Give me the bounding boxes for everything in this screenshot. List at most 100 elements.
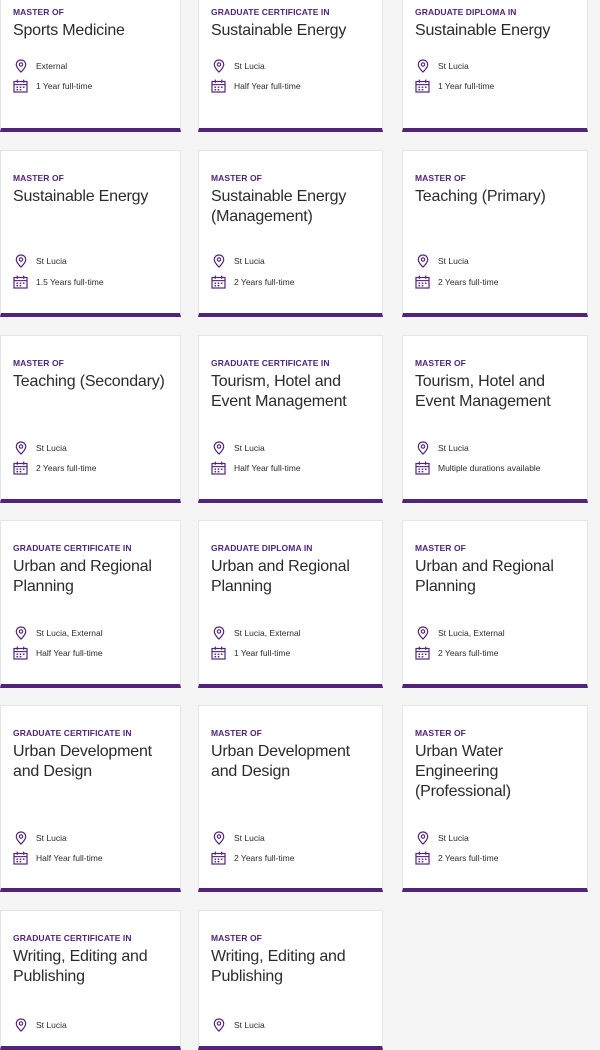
program-title[interactable]: Tourism, Hotel and Event Management <box>415 372 581 412</box>
program-level: MASTER OF <box>415 173 466 183</box>
calendar-icon <box>211 461 226 475</box>
location-pin-icon <box>13 59 28 73</box>
program-title[interactable]: Urban and Regional Planning <box>13 557 174 597</box>
program-location-text: St Lucia, External <box>438 628 505 638</box>
program-card[interactable]: GRADUATE CERTIFICATE IN Sustainable Energ… <box>198 0 383 132</box>
program-level: MASTER OF <box>415 728 466 738</box>
program-card[interactable]: MASTER OF Urban Development and Design St … <box>198 705 383 892</box>
program-duration-text: 1.5 Years full-time <box>36 277 104 287</box>
calendar-icon <box>211 851 226 865</box>
program-location-text: St Lucia <box>36 443 67 453</box>
program-duration: 1 Year full-time <box>415 79 583 93</box>
program-title[interactable]: Teaching (Primary) <box>415 187 581 207</box>
program-location: St Lucia <box>211 254 378 268</box>
program-duration: Half Year full-time <box>211 461 378 475</box>
program-title[interactable]: Urban and Regional Planning <box>415 557 581 597</box>
program-duration-text: 1 Year full-time <box>438 81 495 91</box>
program-duration-text: 1 Year full-time <box>234 648 291 658</box>
program-card[interactable]: MASTER OF Writing, Editing and Publishing… <box>198 910 383 1050</box>
location-pin-icon <box>415 831 430 845</box>
program-card[interactable]: GRADUATE CERTIFICATE IN Writing, Editing … <box>0 910 181 1050</box>
calendar-icon <box>415 275 430 289</box>
program-card[interactable]: GRADUATE CERTIFICATE IN Urban and Regiona… <box>0 520 181 688</box>
program-level: MASTER OF <box>211 933 262 943</box>
program-title[interactable]: Urban Development and Design <box>13 742 174 782</box>
program-level: GRADUATE CERTIFICATE IN <box>13 933 132 943</box>
location-pin-icon <box>415 441 430 455</box>
program-duration-text: Half Year full-time <box>36 853 103 863</box>
program-card[interactable]: MASTER OF Sustainable Energy (Management)… <box>198 150 383 317</box>
location-pin-icon <box>211 831 226 845</box>
program-card[interactable]: MASTER OF Sustainable Energy St Lucia 1.5 Y… <box>0 150 181 317</box>
program-location-text: St Lucia <box>438 256 469 266</box>
program-title[interactable]: Urban Development and Design <box>211 742 376 782</box>
program-level: MASTER OF <box>415 358 466 368</box>
program-title[interactable]: Sustainable Energy <box>13 187 174 207</box>
program-duration: Half Year full-time <box>13 646 176 660</box>
program-card[interactable]: GRADUATE CERTIFICATE IN Tourism, Hotel an… <box>198 335 383 503</box>
program-duration: 2 Years full-time <box>211 851 378 865</box>
program-level: MASTER OF <box>13 358 64 368</box>
program-duration-text: 2 Years full-time <box>36 463 97 473</box>
program-title[interactable]: Sustainable Energy <box>415 21 581 41</box>
program-duration-text: Multiple durations available <box>438 463 541 473</box>
calendar-icon <box>13 79 28 93</box>
program-location-text: St Lucia <box>36 833 67 843</box>
program-title[interactable]: Urban Water Engineering (Professional) <box>415 742 581 802</box>
program-title[interactable]: Sustainable Energy <box>211 21 376 41</box>
program-location: St Lucia <box>211 831 378 845</box>
program-location-text: St Lucia <box>234 833 265 843</box>
program-card[interactable]: MASTER OF Teaching (Secondary) St Lucia 2 Y… <box>0 335 181 503</box>
program-duration-text: Half Year full-time <box>234 463 301 473</box>
program-title[interactable]: Teaching (Secondary) <box>13 372 174 392</box>
program-card[interactable]: MASTER OF Urban Water Engineering (Profes… <box>402 705 588 892</box>
program-title[interactable]: Sustainable Energy (Management) <box>211 187 376 227</box>
program-title[interactable]: Tourism, Hotel and Event Management <box>211 372 376 412</box>
program-level: GRADUATE DIPLOMA IN <box>415 7 517 17</box>
location-pin-icon <box>13 441 28 455</box>
program-location-text: St Lucia, External <box>36 628 103 638</box>
program-duration: 1 Year full-time <box>13 79 176 93</box>
program-duration-text: 2 Years full-time <box>438 853 499 863</box>
location-pin-icon <box>211 441 226 455</box>
program-duration-text: 2 Years full-time <box>234 277 295 287</box>
location-pin-icon <box>415 59 430 73</box>
program-title[interactable]: Sports Medicine <box>13 21 174 41</box>
program-location-text: St Lucia <box>36 256 67 266</box>
program-title[interactable]: Writing, Editing and Publishing <box>13 947 174 987</box>
program-title[interactable]: Urban and Regional Planning <box>211 557 376 597</box>
program-card[interactable]: GRADUATE DIPLOMA IN Sustainable Energy St … <box>402 0 588 132</box>
program-card[interactable]: GRADUATE CERTIFICATE IN Urban Development… <box>0 705 181 892</box>
program-location: St Lucia <box>211 59 378 73</box>
program-location-text: St Lucia <box>438 61 469 71</box>
location-pin-icon <box>13 626 28 640</box>
program-level: MASTER OF <box>415 543 466 553</box>
program-level: MASTER OF <box>211 728 262 738</box>
program-duration-text: 2 Years full-time <box>438 277 499 287</box>
program-location: St Lucia, External <box>13 626 176 640</box>
program-location: St Lucia <box>415 254 583 268</box>
calendar-icon <box>13 275 28 289</box>
program-level: GRADUATE DIPLOMA IN <box>211 543 313 553</box>
program-location-text: St Lucia, External <box>234 628 301 638</box>
program-location-text: St Lucia <box>438 833 469 843</box>
program-card[interactable]: MASTER OF Teaching (Primary) St Lucia 2 Yea… <box>402 150 588 317</box>
program-card[interactable]: MASTER OF Urban and Regional Planning St L… <box>402 520 588 688</box>
program-duration-text: 2 Years full-time <box>234 853 295 863</box>
location-pin-icon <box>211 59 226 73</box>
program-card[interactable]: GRADUATE DIPLOMA IN Urban and Regional Pl… <box>198 520 383 688</box>
program-location-text: St Lucia <box>234 256 265 266</box>
program-duration: Half Year full-time <box>211 79 378 93</box>
calendar-icon <box>211 275 226 289</box>
program-card[interactable]: MASTER OF Tourism, Hotel and Event Manage… <box>402 335 588 503</box>
program-title[interactable]: Writing, Editing and Publishing <box>211 947 376 987</box>
program-level: MASTER OF <box>13 173 64 183</box>
program-duration: Multiple durations available <box>415 461 583 475</box>
location-pin-icon <box>13 831 28 845</box>
program-location: St Lucia <box>13 441 176 455</box>
program-duration-text: Half Year full-time <box>234 81 301 91</box>
program-card[interactable]: MASTER OF Sports Medicine External 1 Year f… <box>0 0 181 132</box>
program-level: GRADUATE CERTIFICATE IN <box>13 543 132 553</box>
program-level: MASTER OF <box>13 7 64 17</box>
location-pin-icon <box>13 254 28 268</box>
